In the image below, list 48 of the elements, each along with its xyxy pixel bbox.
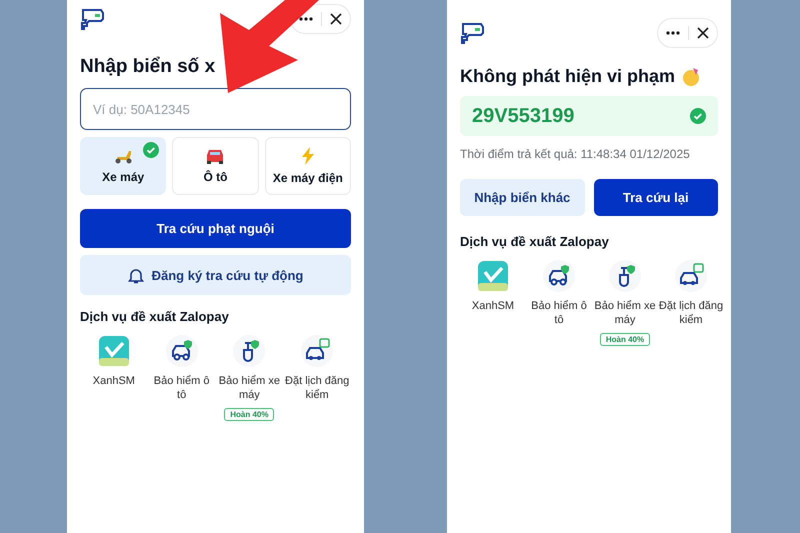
search-fines-button[interactable]: Tra cứu phạt nguội xyxy=(80,209,351,248)
result-title: Không phát hiện vi phạm xyxy=(460,66,718,87)
service-item[interactable]: Bảo hiểm ô tô xyxy=(526,259,592,346)
check-icon xyxy=(143,142,160,158)
cashback-tag: Hoàn 40% xyxy=(224,408,274,421)
screen-title: Nhập biển số x xyxy=(80,56,216,78)
service-item[interactable]: Đặt lịch đăng kiểm xyxy=(283,334,351,421)
vehicle-type-option[interactable]: Xe máy điện xyxy=(264,137,351,195)
scooter-insurance-icon xyxy=(608,259,642,293)
cashback-tag: Hoàn 40% xyxy=(600,333,650,346)
service-label: XanhSM xyxy=(470,299,516,313)
auto-lookup-button[interactable]: Đăng ký tra cứu tự động xyxy=(80,255,351,295)
service-item[interactable]: Bảo hiểm xe máy Hoàn 40% xyxy=(592,259,658,346)
app-logo-icon xyxy=(96,334,131,368)
service-label: Bảo hiểm ô tô xyxy=(530,299,588,327)
plate-number: 29V553199 xyxy=(472,104,574,128)
service-label: Bảo hiểm xe máy xyxy=(218,374,281,402)
service-label: Đặt lịch đăng kiểm xyxy=(284,374,350,402)
result-time: Thời điểm trả kết quả: 11:48:34 01/12/2025 xyxy=(460,147,691,161)
car-calendar-icon xyxy=(300,334,334,368)
car-calendar-icon xyxy=(674,259,708,293)
search-again-button[interactable]: Tra cứu lại xyxy=(594,179,718,216)
new-plate-button[interactable]: Nhập biển khác xyxy=(460,179,584,216)
scooter-insurance-icon xyxy=(232,334,266,368)
vehicle-type-option[interactable]: Ô tô xyxy=(172,137,259,195)
car-insurance-icon xyxy=(542,259,576,293)
service-label: Bảo hiểm xe máy xyxy=(593,299,657,327)
service-item[interactable]: XanhSM xyxy=(460,259,526,346)
service-item[interactable]: Bảo hiểm ô tô xyxy=(148,334,216,421)
close-icon[interactable] xyxy=(697,27,709,39)
lightning-icon xyxy=(300,147,315,165)
more-icon[interactable] xyxy=(666,31,680,35)
section-title: Dịch vụ đề xuất Zalopay xyxy=(80,309,230,324)
service-item[interactable]: XanhSM xyxy=(80,334,148,421)
service-label: Đặt lịch đăng kiểm xyxy=(658,299,724,327)
vehicle-type-option[interactable]: Xe máy xyxy=(80,137,166,195)
car-insurance-icon xyxy=(164,334,199,368)
service-label: Bảo hiểm ô tô xyxy=(152,374,210,402)
more-icon[interactable] xyxy=(299,17,313,21)
scooter-icon xyxy=(113,148,134,164)
section-title: Dịch vụ đề xuất Zalopay xyxy=(460,234,610,249)
service-item[interactable]: Đặt lịch đăng kiểm xyxy=(658,259,724,346)
plate-input[interactable]: Ví dụ: 50A12345 xyxy=(80,88,351,130)
close-icon[interactable] xyxy=(330,13,342,25)
bell-icon xyxy=(128,266,144,284)
service-label: XanhSM xyxy=(92,374,136,388)
service-item[interactable]: Bảo hiểm xe máy Hoàn 40% xyxy=(216,334,284,421)
app-logo-icon xyxy=(476,259,510,293)
